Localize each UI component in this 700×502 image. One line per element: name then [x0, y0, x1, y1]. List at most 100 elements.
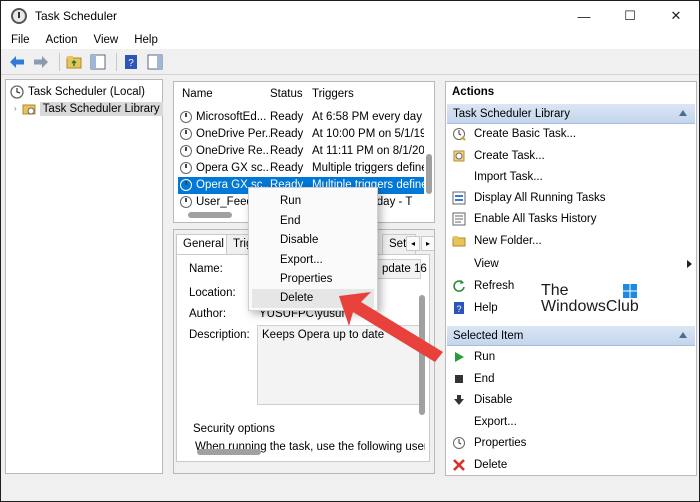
action-label: Create Task...: [474, 150, 545, 162]
action-properties[interactable]: Properties: [452, 433, 526, 453]
name-value: pdate 16: [382, 263, 427, 275]
context-menu-end[interactable]: End: [252, 212, 374, 231]
action-end[interactable]: End: [452, 369, 494, 389]
minimize-button[interactable]: —: [561, 1, 607, 31]
task-status: Ready: [270, 128, 304, 140]
action-label: Run: [474, 351, 496, 363]
tab-scroll-right-button[interactable]: ▸: [421, 236, 434, 251]
tree-item-library[interactable]: › Task Scheduler Library: [14, 100, 163, 117]
action-refresh[interactable]: Refresh: [452, 276, 514, 296]
windows-logo-icon: [623, 284, 637, 298]
task-trigger: At 11:11 PM on 8/1/2023: [312, 145, 424, 157]
action-create-basic-task[interactable]: Create Basic Task...: [452, 124, 576, 144]
action-new-folder[interactable]: New Folder...: [452, 231, 542, 251]
help-toolbar-button[interactable]: ?: [121, 52, 141, 72]
tree-item-local[interactable]: Task Scheduler (Local): [10, 83, 145, 100]
action-label: Disable: [474, 394, 513, 406]
refresh-icon: [452, 279, 466, 293]
action-label: View: [474, 258, 499, 270]
column-header-name[interactable]: Name: [182, 88, 213, 100]
actions-title: Actions: [452, 86, 495, 98]
tab-general[interactable]: General: [176, 234, 231, 254]
action-label: Properties: [474, 437, 527, 449]
library-actions-header[interactable]: Task Scheduler Library: [447, 104, 695, 124]
task-list-header: Name Status Triggers: [174, 88, 434, 106]
properties-icon: [452, 436, 466, 450]
show-hide-action-pane-button[interactable]: [145, 52, 165, 72]
action-run[interactable]: Run: [452, 347, 495, 367]
back-button[interactable]: [7, 52, 27, 72]
task-clock-icon: [180, 145, 192, 157]
menu-action[interactable]: Action: [40, 34, 84, 46]
back-arrow-icon: [10, 55, 24, 68]
collapse-icon[interactable]: [679, 110, 687, 116]
folder-up-icon: [66, 55, 82, 68]
table-row[interactable]: OneDrive Per... Ready At 10:00 PM on 5/1…: [178, 126, 424, 143]
action-enable-history[interactable]: Enable All Tasks History: [452, 209, 597, 229]
location-label: Location:: [189, 287, 236, 299]
action-label: Display All Running Tasks: [474, 192, 606, 204]
table-row[interactable]: MicrosoftEd... Ready At 6:58 PM every da…: [178, 109, 424, 126]
show-hide-console-tree-button[interactable]: [88, 52, 108, 72]
toolbar-separator: [59, 52, 60, 71]
task-list-vertical-scrollbar[interactable]: [426, 154, 432, 194]
action-view[interactable]: View: [452, 254, 499, 274]
svg-text:?: ?: [456, 304, 461, 314]
window-title: Task Scheduler: [35, 9, 118, 23]
action-create-task[interactable]: Create Task...: [452, 146, 545, 166]
up-folder-button[interactable]: [64, 52, 84, 72]
task-clock-icon: [180, 111, 192, 123]
tab-scroll-left-button[interactable]: ◂: [406, 236, 420, 251]
description-label: Description:: [189, 329, 250, 341]
selected-item-header[interactable]: Selected Item: [447, 326, 695, 346]
details-horizontal-scrollbar[interactable]: [197, 449, 261, 455]
action-label: End: [474, 373, 495, 385]
task-status: Ready: [270, 145, 304, 157]
maximize-button[interactable]: ☐: [607, 1, 653, 31]
action-label: Enable All Tasks History: [474, 213, 597, 225]
action-label: Export...: [474, 416, 517, 428]
column-header-triggers[interactable]: Triggers: [312, 88, 354, 100]
context-menu-run[interactable]: Run: [252, 192, 374, 211]
help-book-icon: ?: [125, 54, 137, 69]
action-disable[interactable]: Disable: [452, 390, 512, 410]
task-status: Ready: [270, 162, 304, 174]
library-folder-icon: [22, 104, 36, 114]
task-list-horizontal-scrollbar[interactable]: [188, 212, 232, 218]
close-button[interactable]: ✕: [653, 1, 699, 31]
column-header-status[interactable]: Status: [270, 88, 303, 100]
folder-icon: [452, 234, 466, 248]
table-row[interactable]: Opera GX sc... Ready Multiple triggers d…: [178, 160, 424, 177]
task-scheduler-window: Task Scheduler — ☐ ✕ File Action View He…: [0, 0, 700, 502]
menu-file[interactable]: File: [5, 34, 36, 46]
red-pointer-arrow: [339, 292, 443, 362]
action-import-task[interactable]: Import Task...: [452, 167, 543, 187]
menu-view[interactable]: View: [88, 34, 125, 46]
history-icon: [452, 212, 466, 226]
task-clock-icon: [180, 179, 192, 191]
menu-help[interactable]: Help: [128, 34, 164, 46]
chevron-right-icon[interactable]: ›: [14, 104, 17, 113]
title-bar: Task Scheduler — ☐ ✕: [1, 1, 699, 31]
forward-button[interactable]: [31, 52, 51, 72]
action-help[interactable]: ? Help: [452, 298, 498, 318]
running-tasks-icon: [452, 191, 466, 205]
collapse-icon[interactable]: [679, 332, 687, 338]
task-trigger: At 6:58 PM every day - A: [312, 111, 424, 123]
name-label: Name:: [189, 263, 223, 275]
help-icon: ?: [452, 301, 466, 315]
create-basic-task-icon: [452, 127, 466, 141]
action-export[interactable]: Export...: [452, 412, 517, 432]
tree-item-library-label: Task Scheduler Library: [39, 101, 163, 116]
tree-item-local-label: Task Scheduler (Local): [28, 85, 145, 98]
action-label: Refresh: [474, 280, 515, 292]
submenu-arrow-icon: [687, 260, 692, 268]
action-delete[interactable]: Delete: [452, 455, 507, 475]
task-name: Opera GX sc...: [196, 162, 270, 174]
context-menu-export[interactable]: Export...: [252, 251, 374, 270]
action-display-running-tasks[interactable]: Display All Running Tasks: [452, 188, 605, 208]
table-row[interactable]: OneDrive Re... Ready At 11:11 PM on 8/1/…: [178, 143, 424, 160]
task-status: Ready: [270, 111, 304, 123]
context-menu-disable[interactable]: Disable: [252, 231, 374, 250]
clock-icon: [10, 84, 24, 99]
